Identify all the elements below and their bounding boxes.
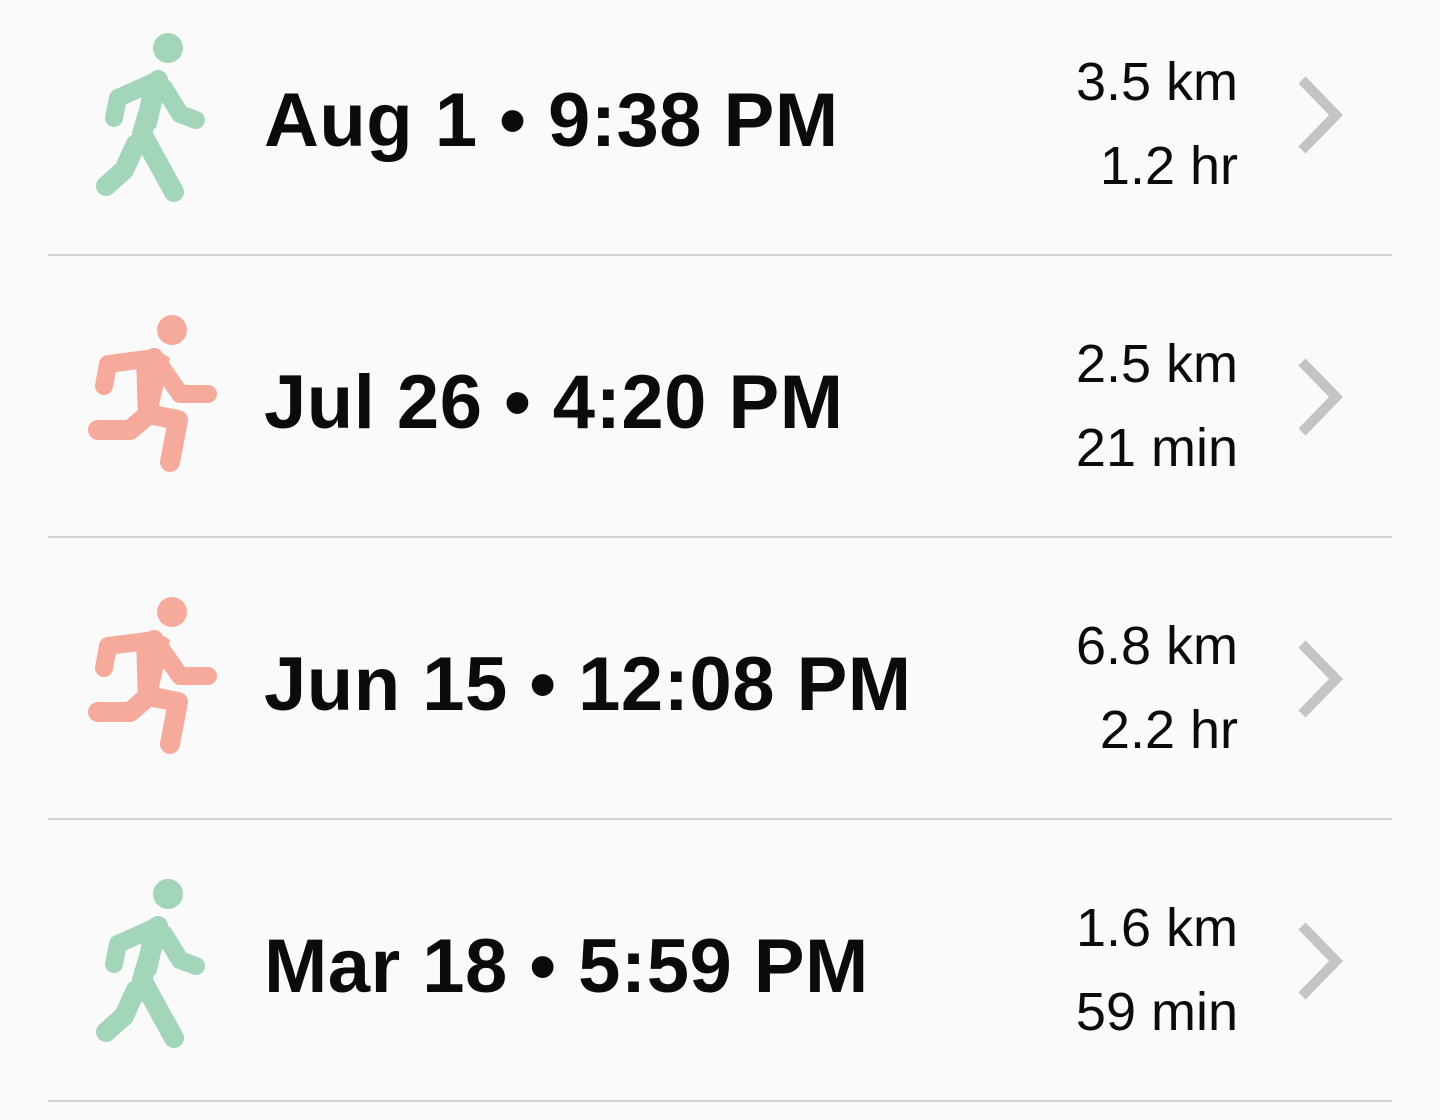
activity-row[interactable]: Jun 15 • 12:08 PM 6.8 km 2.2 hr	[0, 564, 1440, 820]
chevron-right-icon[interactable]	[1290, 352, 1354, 442]
running-person-icon	[84, 314, 224, 484]
activity-duration: 21 min	[1075, 418, 1238, 478]
activity-distance: 6.8 km	[1075, 616, 1238, 676]
activity-duration: 2.2 hr	[1099, 700, 1238, 760]
running-person-icon	[84, 596, 224, 766]
activity-title: Mar 18 • 5:59 PM	[264, 924, 869, 1009]
activity-distance: 3.5 km	[1075, 52, 1238, 112]
walking-person-icon	[84, 32, 224, 202]
activity-title: Aug 1 • 9:38 PM	[264, 78, 839, 163]
activity-duration: 1.2 hr	[1099, 136, 1238, 196]
walking-person-icon	[84, 878, 224, 1048]
divider	[48, 536, 1392, 538]
activity-duration: 59 min	[1075, 982, 1238, 1042]
activity-row[interactable]: Mar 18 • 5:59 PM 1.6 km 59 min	[0, 846, 1440, 1102]
activity-stats: 2.5 km 21 min	[1076, 322, 1238, 490]
activity-stats: 1.6 km 59 min	[1076, 886, 1238, 1054]
chevron-right-icon[interactable]	[1290, 70, 1354, 160]
divider	[48, 818, 1392, 820]
divider	[48, 254, 1392, 256]
chevron-right-icon[interactable]	[1290, 634, 1354, 724]
activity-distance: 2.5 km	[1075, 334, 1238, 394]
activity-row[interactable]: Jul 26 • 4:20 PM 2.5 km 21 min	[0, 282, 1440, 538]
activity-distance: 1.6 km	[1075, 898, 1238, 958]
chevron-right-icon[interactable]	[1290, 916, 1354, 1006]
activity-title: Jul 26 • 4:20 PM	[264, 360, 844, 445]
activity-title: Jun 15 • 12:08 PM	[264, 642, 912, 727]
activity-stats: 3.5 km 1.2 hr	[1076, 40, 1238, 208]
activity-row[interactable]: Aug 1 • 9:38 PM 3.5 km 1.2 hr	[0, 0, 1440, 256]
activity-list: Aug 1 • 9:38 PM 3.5 km 1.2 hr Jul 26 • 4…	[0, 0, 1440, 1120]
activity-stats: 6.8 km 2.2 hr	[1076, 604, 1238, 772]
divider	[48, 1100, 1392, 1102]
